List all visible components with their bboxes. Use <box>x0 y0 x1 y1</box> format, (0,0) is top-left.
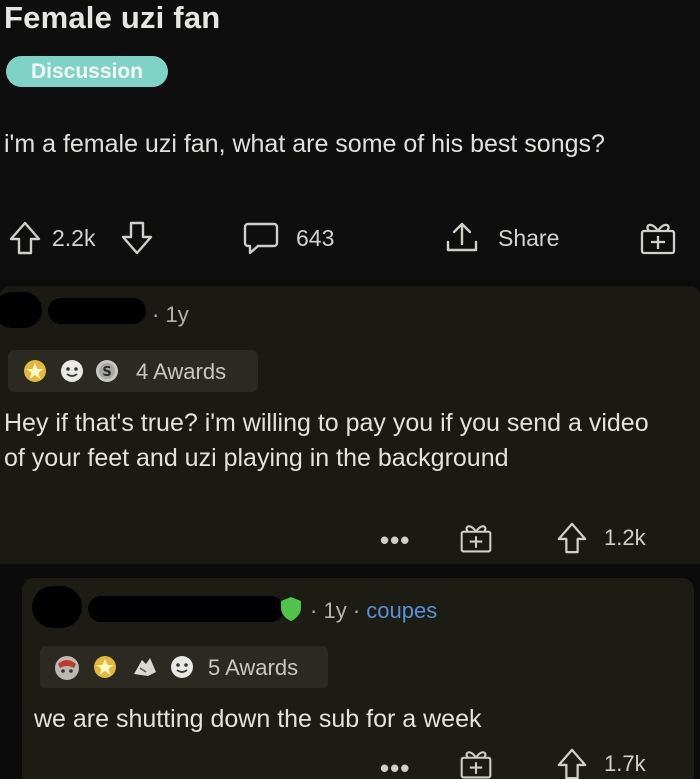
comment-score: 1.7k <box>604 751 646 776</box>
bless-up-award-icon <box>134 658 156 676</box>
redacted-username <box>88 596 284 622</box>
svg-text:S: S <box>102 365 111 380</box>
silver-award-icon: S <box>96 360 118 382</box>
gift-award-icon <box>640 223 676 255</box>
upvote-button[interactable]: 1.2k <box>556 518 646 558</box>
redacted-avatar <box>0 292 42 328</box>
user-flair: coupes <box>366 598 438 623</box>
reply-comment-card: · 1y · coupes 5 Awards we are shutting d… <box>22 578 694 779</box>
upvote-arrow-icon <box>9 221 41 255</box>
more-options-button[interactable]: ••• <box>380 520 410 560</box>
gift-award-icon <box>460 751 492 779</box>
redacted-username <box>48 298 146 324</box>
wholesome-award-icon <box>171 656 193 678</box>
downvote-button[interactable] <box>120 216 154 260</box>
helpful-award-icon <box>24 360 46 382</box>
post-title: Female uzi fan <box>4 0 221 35</box>
awards-count: 5 Awards <box>208 655 299 680</box>
comment-score: 1.2k <box>604 525 646 550</box>
comment-age: 1y <box>323 598 347 623</box>
downvote-arrow-icon <box>121 221 153 255</box>
post-card: Female uzi fan Discussion i'm a female u… <box>0 0 700 280</box>
award-button[interactable] <box>458 518 494 558</box>
share-label: Share <box>498 224 560 251</box>
upvote-button[interactable] <box>8 216 42 260</box>
comment-count: 643 <box>296 224 335 251</box>
comment-age: 1y <box>165 302 189 327</box>
upvote-arrow-icon <box>557 522 587 554</box>
post-flair-badge[interactable]: Discussion <box>6 56 168 87</box>
award-button[interactable] <box>458 744 494 779</box>
more-options-button[interactable]: ••• <box>380 748 410 779</box>
comment-body: we are shutting down the sub for a week <box>34 705 482 733</box>
helpful-award-icon <box>94 656 116 678</box>
share-icon <box>446 222 478 252</box>
redacted-avatar <box>32 586 82 628</box>
post-vote-count: 2.2k <box>52 224 96 251</box>
comment-body: Hey if that's true? i'm willing to pay y… <box>4 409 649 472</box>
awards-pill[interactable]: S 4 Awards <box>8 350 258 392</box>
awards-count: 4 Awards <box>136 359 227 384</box>
comment-bubble-icon <box>243 222 279 255</box>
wholesome-award-icon <box>61 360 83 382</box>
comment-card: · 1y S 4 Awards Hey if that's true? i'm … <box>0 286 700 564</box>
mod-shield-icon <box>281 597 301 621</box>
comments-button[interactable]: 643 <box>242 216 334 260</box>
share-button[interactable]: Share <box>444 216 559 260</box>
post-body-text: i'm a female uzi fan, what are some of h… <box>4 130 605 158</box>
upvote-arrow-icon <box>557 748 587 779</box>
platinum-award-icon <box>55 656 79 680</box>
gift-award-icon <box>460 525 492 553</box>
comment-meta: · 1y · coupes <box>310 598 438 623</box>
more-options-icon: ••• <box>380 752 411 779</box>
upvote-button[interactable]: 1.7k <box>556 744 646 779</box>
awards-pill[interactable]: 5 Awards <box>40 646 328 688</box>
award-button[interactable] <box>638 216 678 260</box>
more-options-icon: ••• <box>380 524 411 555</box>
comment-meta: · 1y <box>152 302 189 327</box>
post-action-bar: 2.2k 643 Share <box>0 216 700 260</box>
